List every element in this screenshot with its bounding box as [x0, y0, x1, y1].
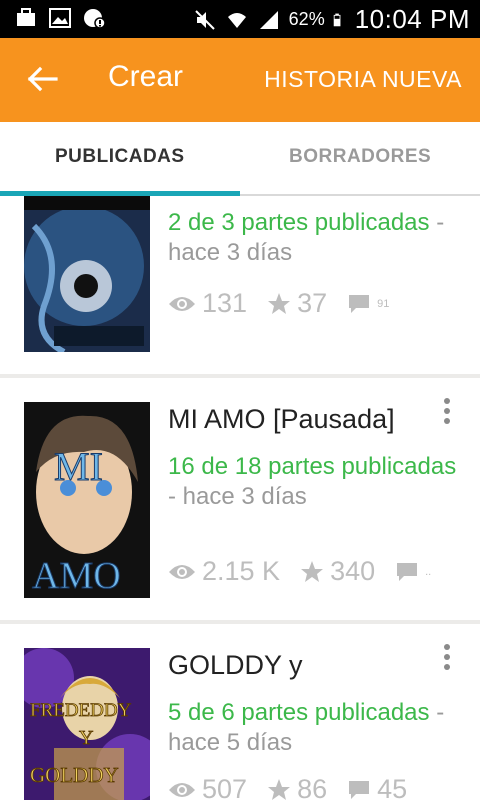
story-card[interactable]: 2 de 3 partes publicadas - hace 3 días 1… — [0, 196, 480, 374]
battery-percent: 62% — [288, 9, 325, 29]
story-stats: 131 37 91 — [168, 288, 409, 319]
story-cover[interactable]: FREDEDDY Y GOLDDY — [24, 648, 150, 800]
story-parts: 5 de 6 partes publicadas - hace 5 días — [168, 699, 445, 756]
votes-count: 340 — [330, 556, 376, 586]
story-title[interactable]: MI AMO [Pausada] — [168, 404, 395, 435]
arrow-left-icon[interactable] — [26, 62, 60, 96]
views-count: 131 — [202, 288, 248, 318]
wifi-icon — [227, 12, 246, 28]
story-parts: 16 de 18 partes publicadas - hace 3 días — [168, 453, 457, 510]
tab-published[interactable]: PUBLICADAS — [55, 146, 185, 168]
mute-icon — [194, 9, 215, 30]
story-list[interactable]: 2 de 3 partes publicadas - hace 3 días 1… — [0, 196, 480, 800]
comments-count: 45 — [377, 774, 408, 800]
story-cover[interactable]: MI AMO — [24, 402, 150, 598]
cover-title-top: MI — [54, 444, 103, 489]
story-cover[interactable] — [24, 196, 150, 352]
story-parts: 2 de 3 partes publicadas - hace 3 días — [168, 209, 445, 266]
star-icon — [268, 778, 291, 800]
more-options-icon[interactable] — [444, 644, 452, 672]
views-count: 507 — [202, 774, 248, 800]
more-options-icon[interactable] — [444, 398, 452, 426]
cover-title-bottom: AMO — [32, 555, 121, 597]
briefcase-notification-icon — [17, 8, 35, 26]
comments-count: 91 — [377, 297, 390, 310]
eye-icon — [169, 564, 195, 579]
cover-title-top: FREDEDDY — [30, 700, 132, 721]
comment-icon — [349, 780, 370, 799]
views-count: 2.15 K — [202, 556, 281, 586]
page-title: Crear — [108, 60, 184, 93]
alert-notification-icon — [84, 9, 106, 29]
status-bar: 62% 10:04 PM — [0, 0, 480, 38]
star-icon — [301, 560, 324, 582]
story-stats: 2.15 K 340 .. — [168, 556, 451, 587]
cover-title-bottom: GOLDDY — [30, 763, 119, 787]
story-title[interactable]: GOLDDY y — [168, 650, 303, 681]
new-story-button[interactable]: HISTORIA NUEVA — [264, 66, 462, 93]
story-card[interactable]: FREDEDDY Y GOLDDY GOLDDY y 5 de 6 partes… — [0, 624, 480, 800]
app-toolbar: Crear HISTORIA NUEVA — [0, 38, 480, 122]
tab-bar: PUBLICADAS BORRADORES — [0, 122, 480, 196]
comment-icon — [349, 294, 370, 313]
eye-icon — [169, 296, 195, 311]
signal-icon — [259, 10, 278, 29]
story-card[interactable]: MI AMO MI AMO [Pausada] 16 de 18 partes … — [0, 378, 480, 620]
votes-count: 37 — [297, 288, 328, 318]
eye-icon — [169, 782, 195, 797]
comments-count: .. — [425, 565, 432, 578]
votes-count: 86 — [297, 774, 328, 800]
cover-title-middle: Y — [79, 727, 93, 749]
image-notification-icon — [49, 8, 71, 28]
story-stats: 507 86 45 — [168, 774, 427, 800]
comment-icon — [397, 562, 418, 581]
clock: 10:04 PM — [354, 4, 470, 34]
star-icon — [268, 292, 291, 314]
battery-icon — [333, 13, 341, 26]
tab-drafts[interactable]: BORRADORES — [289, 146, 431, 168]
